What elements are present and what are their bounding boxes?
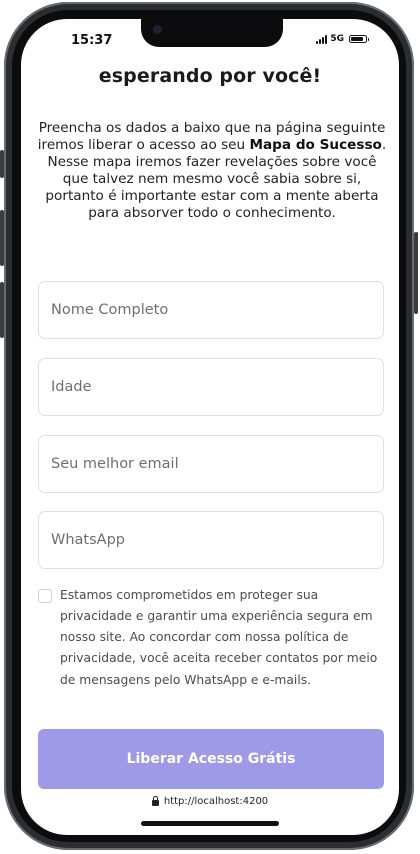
volume-up-button bbox=[0, 210, 4, 266]
whatsapp-input[interactable] bbox=[39, 512, 383, 568]
name-input[interactable] bbox=[39, 282, 383, 338]
browser-url-bar[interactable]: http://localhost:4200 bbox=[21, 796, 399, 807]
page-content: 15:37 5G esperando por você! Preencha os… bbox=[21, 19, 399, 835]
intro-highlight: Mapa do Sucesso bbox=[249, 136, 382, 153]
home-indicator[interactable] bbox=[141, 821, 279, 826]
consent-checkbox[interactable] bbox=[38, 589, 52, 603]
consent-row: Estamos comprometidos em proteger sua pr… bbox=[38, 585, 386, 691]
url-text: http://localhost:4200 bbox=[163, 796, 269, 807]
power-button bbox=[414, 232, 418, 314]
age-input[interactable] bbox=[39, 359, 383, 415]
mute-switch bbox=[0, 150, 4, 178]
consent-text: Estamos comprometidos em proteger sua pr… bbox=[60, 588, 378, 687]
network-type: 5G bbox=[330, 34, 344, 44]
lock-icon bbox=[151, 796, 159, 806]
signal-icon bbox=[316, 34, 328, 44]
volume-down-button bbox=[0, 282, 4, 338]
page-headline: esperando por você! bbox=[98, 65, 322, 87]
name-field bbox=[38, 281, 384, 339]
status-indicators: 5G bbox=[316, 34, 369, 44]
age-field bbox=[38, 358, 384, 416]
email-field bbox=[38, 435, 384, 493]
whatsapp-field bbox=[38, 511, 384, 569]
submit-button[interactable]: Liberar Acesso Grátis bbox=[38, 729, 384, 789]
battery-icon bbox=[349, 35, 369, 43]
intro-paragraph: Preencha os dados a baixo que na página … bbox=[35, 120, 389, 222]
phone-screen: 15:37 5G esperando por você! Preencha os… bbox=[21, 19, 399, 835]
status-time: 15:37 bbox=[71, 33, 113, 48]
email-input[interactable] bbox=[39, 436, 383, 492]
camera-icon bbox=[153, 25, 162, 34]
notch bbox=[141, 19, 283, 47]
